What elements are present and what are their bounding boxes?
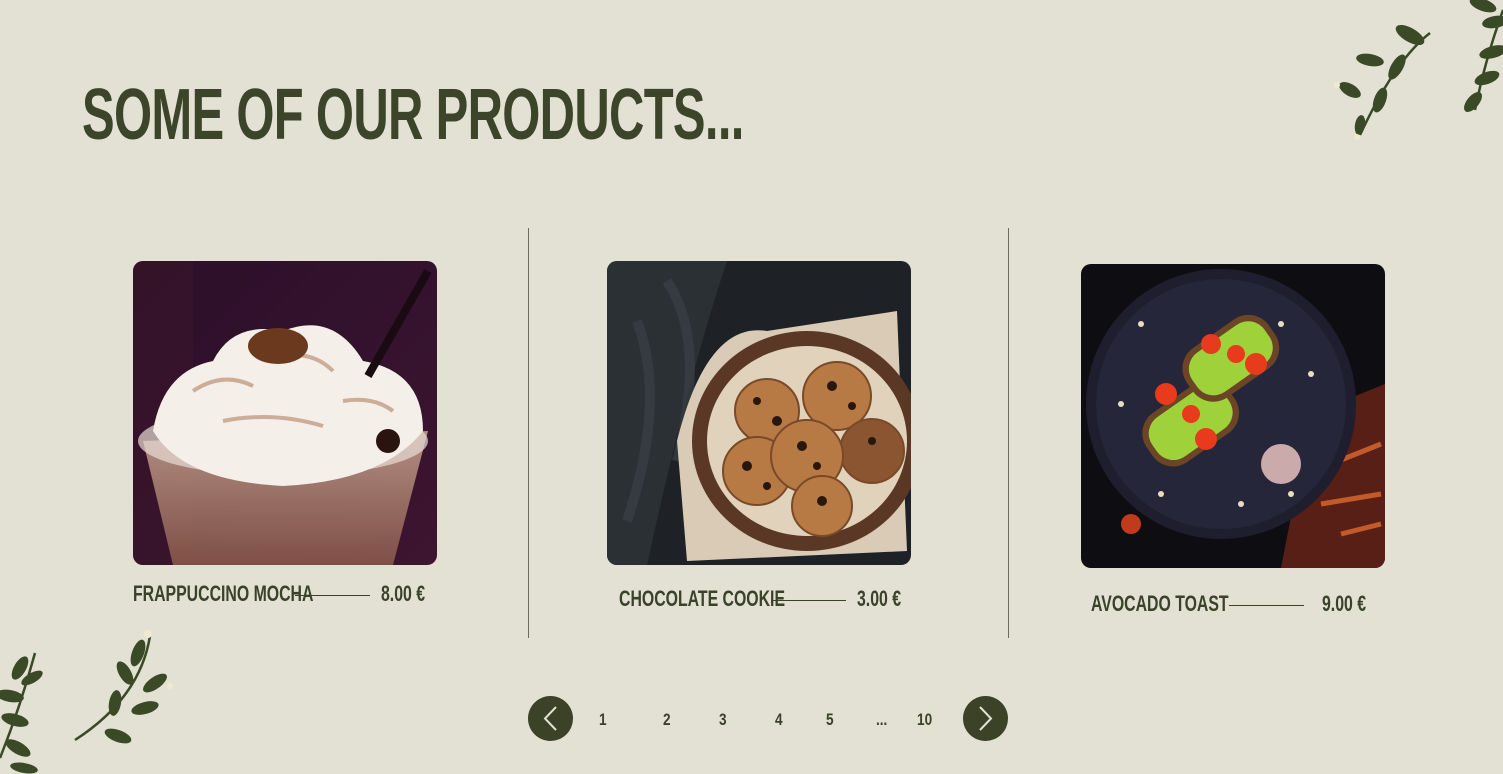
page-link[interactable]: 4 bbox=[775, 708, 783, 732]
product-info: CHOCOLATE COOKIE 3.00 € bbox=[607, 586, 911, 612]
price-separator bbox=[295, 595, 370, 596]
page-ellipsis: ... bbox=[876, 710, 888, 729]
price-separator bbox=[771, 600, 846, 601]
page-link[interactable]: 1 bbox=[599, 708, 607, 732]
product-name: AVOCADO TOAST bbox=[1091, 591, 1229, 616]
page-link[interactable]: 3 bbox=[719, 708, 727, 732]
product-name: FRAPPUCCINO MOCHA bbox=[133, 581, 314, 606]
leaf-branch-icon bbox=[0, 652, 43, 774]
product-card[interactable]: FRAPPUCCINO MOCHA 8.00 € bbox=[133, 261, 437, 607]
page-link[interactable]: 5 bbox=[826, 708, 834, 732]
leaf-branch-icon bbox=[1334, 24, 1431, 140]
product-name: CHOCOLATE COOKIE bbox=[619, 586, 786, 611]
product-info: AVOCADO TOAST 9.00 € bbox=[1081, 591, 1385, 617]
leaf-branch-icon bbox=[1464, 0, 1503, 112]
column-divider bbox=[1008, 228, 1009, 638]
page-link[interactable]: 10 bbox=[917, 708, 932, 732]
cookie-photo bbox=[607, 261, 911, 565]
chevron-left-icon bbox=[543, 706, 557, 731]
next-page-button[interactable] bbox=[963, 696, 1008, 741]
leaf-branch-icon bbox=[74, 630, 173, 744]
product-info: FRAPPUCCINO MOCHA 8.00 € bbox=[133, 581, 437, 607]
page-title: SOME OF OUR PRODUCTS... bbox=[82, 75, 744, 155]
column-divider bbox=[528, 228, 529, 638]
frappuccino-photo bbox=[133, 261, 437, 565]
chevron-right-icon bbox=[979, 706, 993, 731]
price-separator bbox=[1229, 605, 1304, 606]
prev-page-button[interactable] bbox=[528, 696, 573, 741]
product-price: 9.00 € bbox=[1322, 591, 1367, 616]
avocado-toast-photo bbox=[1081, 264, 1385, 568]
page-link[interactable]: 2 bbox=[663, 708, 671, 732]
product-card[interactable]: AVOCADO TOAST 9.00 € bbox=[1081, 264, 1385, 617]
product-price: 8.00 € bbox=[381, 581, 426, 606]
product-price: 3.00 € bbox=[857, 586, 902, 611]
product-card[interactable]: CHOCOLATE COOKIE 3.00 € bbox=[607, 261, 911, 612]
